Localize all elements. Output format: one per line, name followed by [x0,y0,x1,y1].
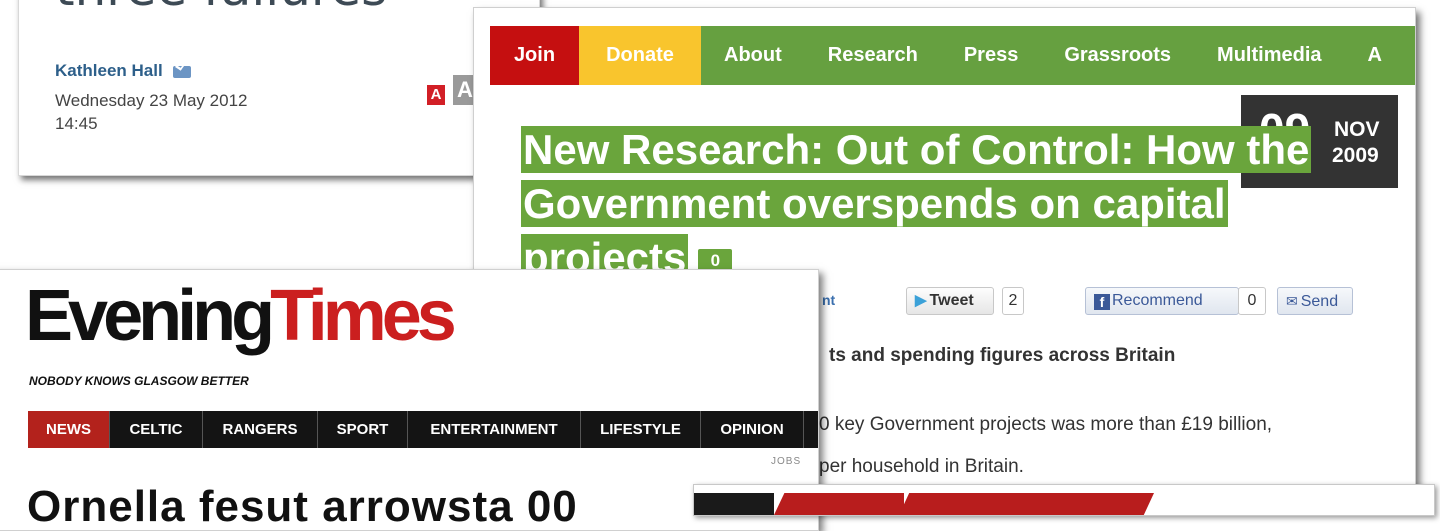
nav-about[interactable]: About [701,26,805,85]
facebook-icon: f [1094,294,1110,310]
nav-sport[interactable]: SPORT [318,411,408,448]
nav-entertainment[interactable]: ENTERTAINMENT [408,411,581,448]
nav-research[interactable]: Research [805,26,941,85]
guardian-article-card: three failures Kathleen Hall Wednesday 2… [18,0,540,176]
nav-tab-red[interactable] [774,493,904,515]
article-dateline: Wednesday 23 May 2012 14:45 [55,90,247,136]
jobs-label[interactable]: JOBS [771,456,801,467]
article-body: 0 key Government projects was more than … [819,404,1273,486]
tweet-button[interactable]: ▶ Tweet [906,287,994,315]
author-name[interactable]: Kathleen Hall [55,61,163,80]
nav-press[interactable]: Press [941,26,1042,85]
article-date: Wednesday 23 May 2012 [55,91,248,110]
nav-news[interactable]: NEWS [28,411,110,448]
nav-lifestyle[interactable]: LIFESTYLE [581,411,701,448]
evening-times-logo[interactable]: EveningTimes [25,280,457,352]
logo-word-evening: Evening [25,276,275,356]
author-link[interactable]: Kathleen Hall [55,61,192,81]
send-label: Send [1300,293,1339,310]
nav-join[interactable]: Join [490,26,579,85]
send-button[interactable]: ✉ Send [1277,287,1353,315]
logo-tagline: NOBODY KNOWS GLASGOW BETTER [29,374,249,388]
article-title-block: New Research: Out of Control: How the Go… [521,123,1381,285]
section-nav: NEWS CELTIC RANGERS SPORT ENTERTAINMENT … [28,411,818,448]
nav-tab-red-wide[interactable] [899,493,1154,515]
partial-nav-card [693,484,1435,516]
article-headline-fragment: Ornella fesut arrowsta 00 [27,482,578,531]
body-line: per household in Britain. [819,456,1024,477]
mail-icon[interactable] [173,65,192,78]
send-icon: ✉ [1286,293,1298,309]
nav-opinion[interactable]: OPINION [701,411,804,448]
recommend-label: Recommend [1112,292,1203,309]
nav-celtic[interactable]: CELTIC [110,411,203,448]
recommend-count: 0 [1238,287,1266,315]
article-time: 14:45 [55,113,98,133]
article-headline: three failures [55,0,387,17]
nav-more[interactable]: A [1345,26,1405,85]
article-subheading: ts and spending figures across Britain [829,345,1176,366]
tweet-count: 2 [1002,287,1024,315]
tweet-label: Tweet [929,292,974,309]
body-line: 0 key Government projects was more than … [819,414,1273,435]
twitter-bird-icon: ▶ [915,292,927,309]
share-fragment-link[interactable]: nt [822,292,835,308]
article-title[interactable]: New Research: Out of Control: How the Go… [521,126,1312,281]
logo-word-times: Times [270,276,457,356]
nav-tab-dark[interactable] [694,493,774,515]
recommend-button[interactable]: f Recommend [1085,287,1239,315]
nav-grassroots[interactable]: Grassroots [1041,26,1194,85]
main-nav: Join Donate About Research Press Grassro… [490,26,1415,85]
nav-donate[interactable]: Donate [579,26,701,85]
font-size-small-button[interactable]: A [427,85,445,105]
nav-multimedia[interactable]: Multimedia [1194,26,1344,85]
nav-rangers[interactable]: RANGERS [203,411,318,448]
